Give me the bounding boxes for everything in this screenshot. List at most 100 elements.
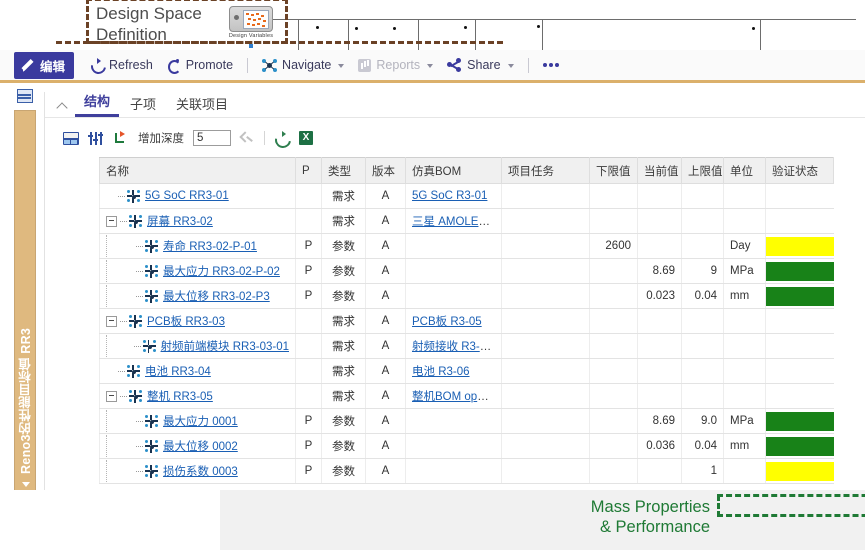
expand-all-icon[interactable]: [114, 130, 129, 146]
table-row[interactable]: 最大位移 RR3-02-P3 P 参数 A 0.023 0.04 mm: [99, 283, 834, 309]
table-row[interactable]: PCB板 RR3-03 需求 A PCB板 R3-05: [99, 308, 834, 334]
structure-table: 名称 P 类型 版本 仿真BOM 项目任务 下限值 当前值 上限值 单位 验证状…: [99, 157, 834, 484]
col-task[interactable]: 项目任务: [501, 157, 590, 184]
grid-refresh-icon[interactable]: [274, 130, 290, 146]
row-name-link[interactable]: 最大应力 0001: [163, 413, 238, 429]
col-p[interactable]: P: [295, 157, 322, 184]
table-view-icon[interactable]: [63, 131, 79, 145]
table-row[interactable]: 最大应力 0001 P 参数 A 8.69 9.0 MPa: [99, 408, 834, 434]
chevron-down-icon: [427, 64, 434, 68]
table-row[interactable]: 损伤系数 0003 P 参数 A 1: [99, 458, 834, 484]
row-name-link[interactable]: 射频前端模块 RR3-03-01: [161, 338, 289, 354]
row-name-link[interactable]: 损伤系数 0003: [163, 463, 238, 479]
cell-current: [637, 233, 682, 259]
row-name-link[interactable]: 最大应力 RR3-02-P-02: [163, 263, 280, 279]
row-name-link[interactable]: 电池 RR3-04: [145, 363, 211, 379]
col-sim-bom[interactable]: 仿真BOM: [405, 157, 502, 184]
cell-sim-bom[interactable]: PCB板 R3-05: [405, 308, 502, 334]
sim-bom-link[interactable]: 三星 AMOLED AMS...: [412, 216, 501, 228]
cell-current: 8.69: [637, 408, 682, 434]
tab-related-items[interactable]: 关联项目: [167, 92, 237, 117]
sim-bom-link[interactable]: 电池 R3-06: [412, 366, 470, 378]
chevron-down-icon[interactable]: [22, 482, 30, 487]
col-status[interactable]: 验证状态: [765, 157, 834, 184]
cell-p: P: [295, 458, 322, 484]
cell-sim-bom[interactable]: 5G SoC R3-01: [405, 183, 502, 209]
row-name-link[interactable]: 屏幕 RR3-02: [147, 213, 213, 229]
object-title-strip[interactable]: Reno3的性能目标值 RR3: [14, 110, 36, 493]
more-actions-button[interactable]: [542, 62, 559, 68]
cell-revision: A: [365, 458, 406, 484]
table-row[interactable]: 寿命 RR3-02-P-01 P 参数 A 2600 Day: [99, 233, 834, 259]
cell-sim-bom[interactable]: 射频接收 R3-05-SK...: [405, 333, 502, 359]
cell-name[interactable]: 5G SoC RR3-01: [99, 183, 296, 209]
cell-sim-bom[interactable]: 整机BOM oppo-ass...: [405, 383, 502, 409]
collapse-node-icon[interactable]: [106, 215, 117, 227]
grid-toolbar-divider: [264, 131, 265, 145]
table-row[interactable]: 最大位移 0002 P 参数 A 0.036 0.04 mm: [99, 433, 834, 459]
col-unit[interactable]: 单位: [723, 157, 766, 184]
row-name-link[interactable]: 最大位移 RR3-02-P3: [163, 288, 270, 304]
table-row[interactable]: 射频前端模块 RR3-03-01 需求A 射频接收 R3-05-SK...: [99, 333, 834, 359]
row-name-link[interactable]: 寿命 RR3-02-P-01: [163, 238, 257, 254]
edit-button[interactable]: 编辑: [14, 51, 75, 79]
cell-name[interactable]: 寿命 RR3-02-P-01: [99, 233, 296, 259]
cell-name[interactable]: 整机 RR3-05: [99, 383, 296, 409]
row-name-link[interactable]: 整机 RR3-05: [147, 388, 213, 404]
collapse-node-icon[interactable]: [106, 390, 117, 402]
col-lower[interactable]: 下限值: [589, 157, 638, 184]
cell-sim-bom[interactable]: 三星 AMOLED AMS...: [405, 208, 502, 234]
share-menu[interactable]: Share: [447, 58, 514, 72]
sim-bom-link[interactable]: PCB板 R3-05: [412, 316, 482, 328]
status-badge: [766, 436, 834, 456]
sim-bom-link[interactable]: 5G SoC R3-01: [412, 190, 487, 202]
col-type[interactable]: 类型: [321, 157, 366, 184]
col-current[interactable]: 当前值: [637, 157, 682, 184]
cell-verification-status: [765, 233, 834, 259]
depth-input[interactable]: [193, 130, 231, 146]
tab-structure[interactable]: 结构: [75, 89, 120, 117]
collapse-node-icon[interactable]: [106, 315, 117, 327]
cell-name[interactable]: PCB板 RR3-03: [99, 308, 296, 334]
sim-bom-link[interactable]: 整机BOM oppo-ass...: [412, 391, 501, 403]
cell-sim-bom[interactable]: 电池 R3-06: [405, 358, 502, 384]
table-row[interactable]: 最大应力 RR3-02-P-02 P 参数 A 8.69 9 MPa: [99, 258, 834, 284]
refresh-button[interactable]: Refresh: [90, 58, 153, 72]
filter-sliders-icon[interactable]: [88, 131, 105, 146]
table-row[interactable]: 屏幕 RR3-02 需求A 三星 AMOLED AMS...: [99, 208, 834, 234]
cell-name[interactable]: 最大应力 RR3-02-P-02: [99, 258, 296, 284]
cell-unit: [723, 383, 766, 409]
reports-icon: [358, 58, 372, 72]
cell-name[interactable]: 电池 RR3-04: [99, 358, 296, 384]
table-row[interactable]: 电池 RR3-04 需求 A 电池 R3-06: [99, 358, 834, 384]
col-name[interactable]: 名称: [99, 157, 296, 184]
tree-connector: [133, 345, 141, 347]
cell-upper: 9: [681, 258, 724, 284]
diagram-wire-drop-3: [418, 19, 419, 50]
cell-name[interactable]: 屏幕 RR3-02: [99, 208, 296, 234]
cell-type: 需求: [321, 383, 366, 409]
col-upper[interactable]: 上限值: [681, 157, 724, 184]
collapse-all-icon[interactable]: [240, 131, 255, 146]
cell-name[interactable]: 最大位移 RR3-02-P3: [99, 283, 296, 309]
promote-button[interactable]: Promote: [167, 58, 233, 74]
navigate-menu[interactable]: Navigate: [262, 58, 345, 73]
diagram-wire-drop-6: [760, 19, 761, 50]
sim-bom-link[interactable]: 射频接收 R3-05-SK...: [412, 341, 501, 353]
row-name-link[interactable]: 5G SoC RR3-01: [145, 190, 229, 202]
table-row[interactable]: 整机 RR3-05 需求A 整机BOM oppo-ass...: [99, 383, 834, 409]
tree-guide-line: [106, 435, 108, 457]
cell-name[interactable]: 射频前端模块 RR3-03-01: [99, 333, 296, 359]
cell-name[interactable]: 最大应力 0001: [99, 408, 296, 434]
cell-name[interactable]: 最大位移 0002: [99, 433, 296, 459]
table-row[interactable]: 5G SoC RR3-01 需求 A 5G SoC R3-01: [99, 183, 834, 209]
tab-children[interactable]: 子项: [121, 92, 165, 117]
reports-menu[interactable]: Reports: [358, 58, 434, 72]
row-name-link[interactable]: PCB板 RR3-03: [147, 313, 225, 329]
row-name-link[interactable]: 最大位移 0002: [163, 438, 238, 454]
col-revision[interactable]: 版本: [365, 157, 406, 184]
collapse-panel-icon[interactable]: [55, 95, 71, 117]
main-toolbar: 编辑 Refresh Promote Navigate Reports Shar…: [0, 50, 865, 83]
export-excel-icon[interactable]: X: [299, 131, 313, 145]
cell-name[interactable]: 损伤系数 0003: [99, 458, 296, 484]
